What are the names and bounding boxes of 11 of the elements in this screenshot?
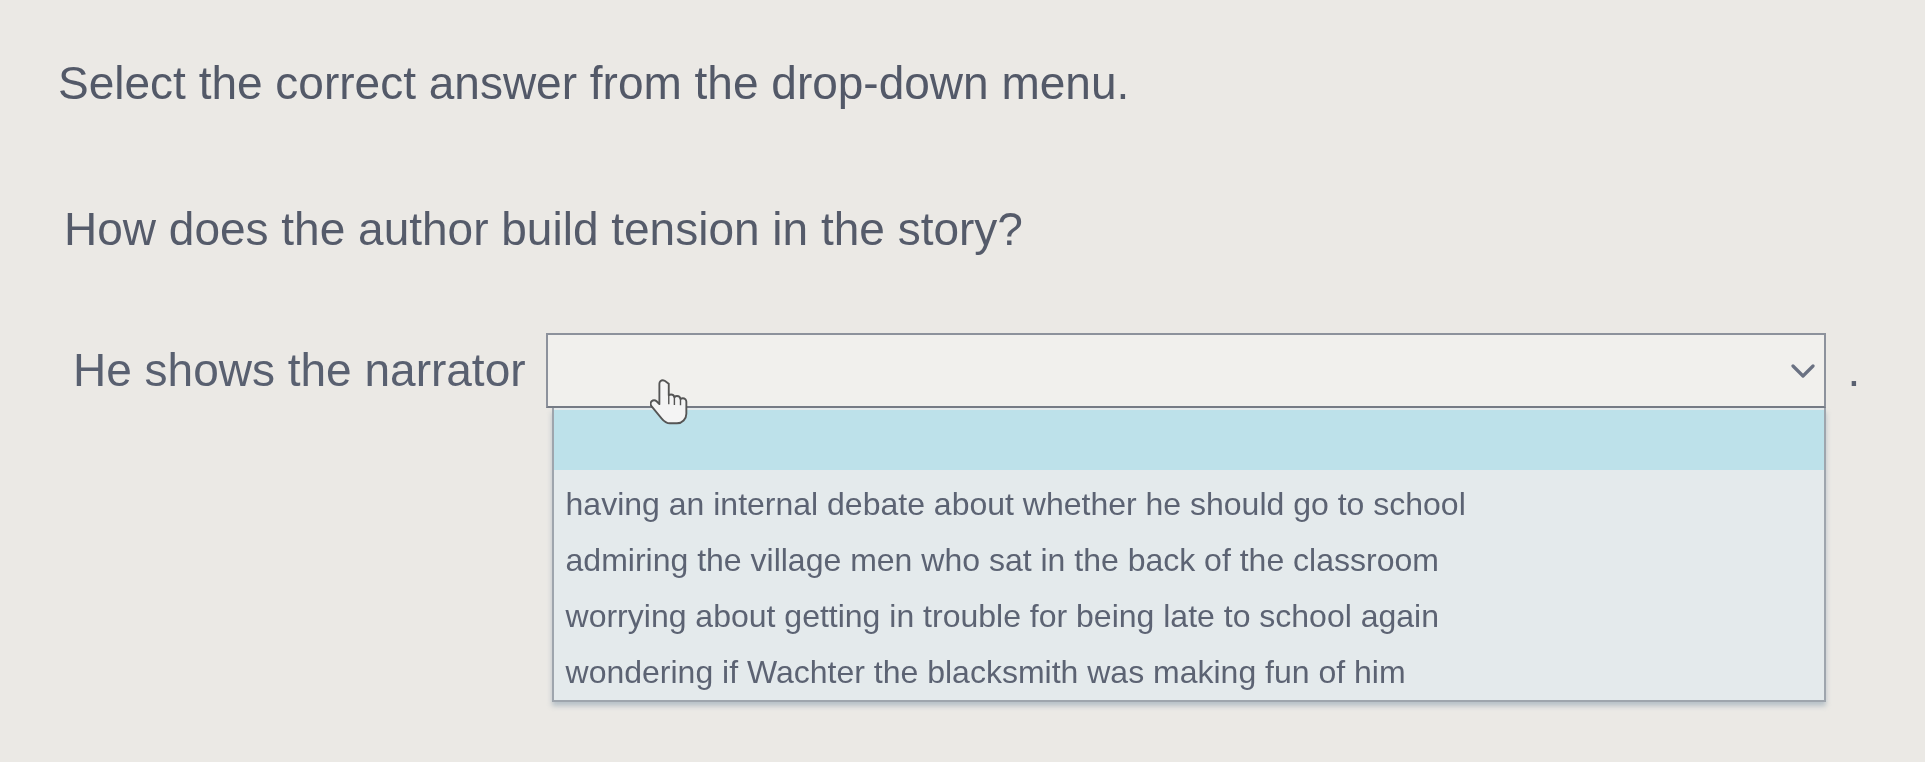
period-text: . (1847, 344, 1861, 397)
sentence-text: He shows the narrator (73, 344, 526, 397)
dropdown-option[interactable]: wondering if Wachter the blacksmith was making fun of him (553, 644, 1824, 700)
dropdown-option[interactable]: worrying about getting in trouble for being late to school again (553, 588, 1824, 644)
dropdown-select[interactable] (545, 333, 1826, 408)
question-text: How does the author build tension in the story? (64, 203, 1023, 256)
hand-cursor-icon (649, 379, 688, 425)
instruction-text: Select the correct answer from the drop-down menu. (58, 57, 1130, 110)
dropdown-option[interactable]: having an internal debate about whether he should go to school (553, 476, 1824, 532)
dropdown-option[interactable]: admiring the village men who sat in the back of the classroom (553, 532, 1824, 588)
chevron-down-icon (1790, 363, 1815, 378)
